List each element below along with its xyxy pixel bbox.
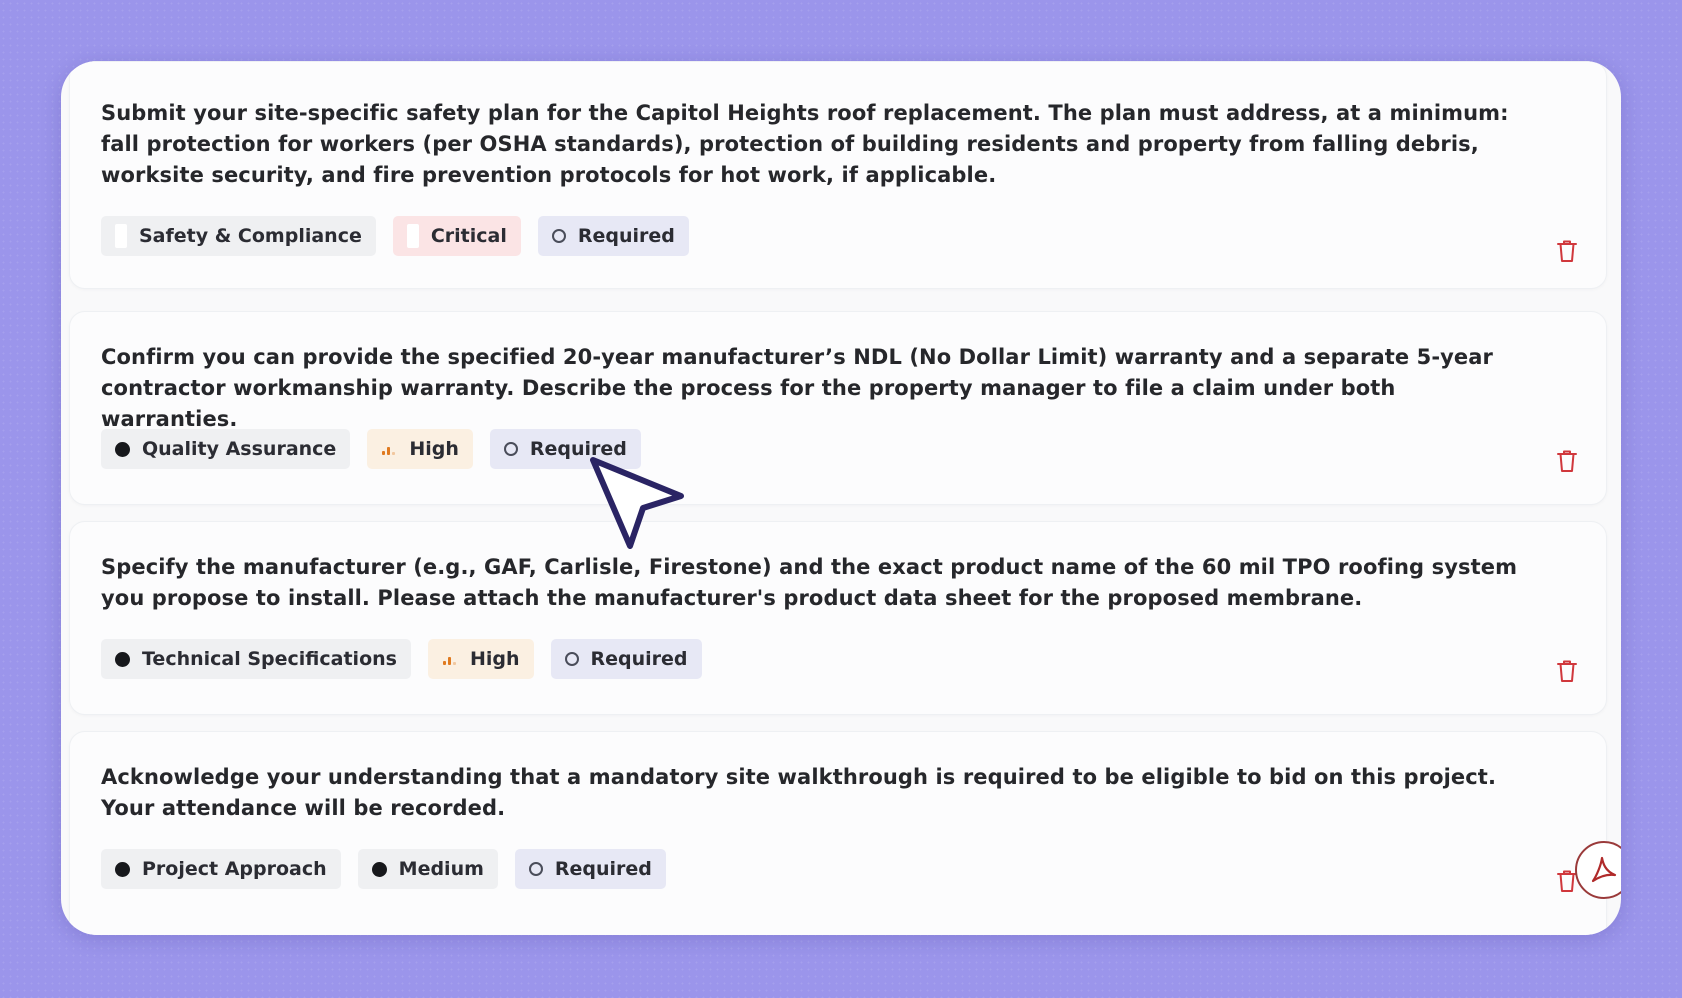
tag-row: Project Approach Medium Required xyxy=(101,849,666,889)
priority-tag[interactable]: High xyxy=(367,429,473,469)
circle-icon xyxy=(503,442,518,456)
priority-tag[interactable]: Critical xyxy=(392,216,521,256)
category-dot xyxy=(115,861,130,877)
adobe-pdf-icon xyxy=(1591,856,1617,883)
category-dot xyxy=(115,651,130,667)
category-label: Quality Assurance xyxy=(142,438,337,460)
priority-tag[interactable]: High xyxy=(427,639,534,679)
category-dot xyxy=(115,441,130,457)
question-card[interactable]: Confirm you can provide the specified 20… xyxy=(69,311,1607,505)
category-tag[interactable]: Safety & Compliance xyxy=(101,216,376,256)
tag-row: Quality Assurance High Required xyxy=(101,429,641,469)
question-text: Specify the manufacturer (e.g., GAF, Car… xyxy=(101,555,1518,610)
circle-icon xyxy=(551,229,566,243)
priority-bars-icon xyxy=(381,442,397,456)
required-tag[interactable]: Required xyxy=(514,849,666,889)
trash-icon[interactable] xyxy=(1556,239,1578,263)
trash-icon[interactable] xyxy=(1556,449,1578,473)
category-tag[interactable]: Project Approach xyxy=(101,849,341,889)
questions-panel: Submit your site-specific safety plan fo… xyxy=(61,61,1621,935)
priority-label: Critical xyxy=(430,225,507,247)
required-tag[interactable]: Required xyxy=(537,216,689,256)
question-text: Confirm you can provide the specified 20… xyxy=(101,345,1493,431)
cursor-arrow-icon xyxy=(590,457,684,549)
question-card[interactable]: Acknowledge your understanding that a ma… xyxy=(69,731,1607,935)
required-tag[interactable]: Required xyxy=(550,639,702,679)
question-text: Acknowledge your understanding that a ma… xyxy=(101,765,1497,820)
category-tag[interactable]: Technical Specifications xyxy=(101,639,411,679)
required-label: Required xyxy=(554,858,652,880)
priority-label: High xyxy=(409,438,459,460)
category-swatch xyxy=(115,224,127,248)
priority-swatch xyxy=(406,224,419,248)
question-card[interactable]: Submit your site-specific safety plan fo… xyxy=(69,61,1607,289)
category-label: Safety & Compliance xyxy=(139,225,362,247)
circle-icon xyxy=(564,652,579,666)
required-label: Required xyxy=(577,225,675,247)
required-label: Required xyxy=(590,648,688,670)
question-card[interactable]: Specify the manufacturer (e.g., GAF, Car… xyxy=(69,521,1607,715)
category-label: Project Approach xyxy=(142,858,327,880)
tag-row: Technical Specifications High Required xyxy=(101,639,702,679)
category-label: Technical Specifications xyxy=(142,648,397,670)
trash-icon[interactable] xyxy=(1556,659,1578,683)
question-text: Submit your site-specific safety plan fo… xyxy=(101,101,1509,187)
priority-label: Medium xyxy=(398,858,484,880)
priority-dot xyxy=(371,861,387,877)
priority-label: High xyxy=(469,648,520,670)
circle-icon xyxy=(528,862,543,876)
tag-row: Safety & Compliance Critical Required xyxy=(101,216,689,256)
priority-tag[interactable]: Medium xyxy=(357,849,498,889)
category-tag[interactable]: Quality Assurance xyxy=(101,429,351,469)
priority-bars-icon xyxy=(442,652,458,666)
